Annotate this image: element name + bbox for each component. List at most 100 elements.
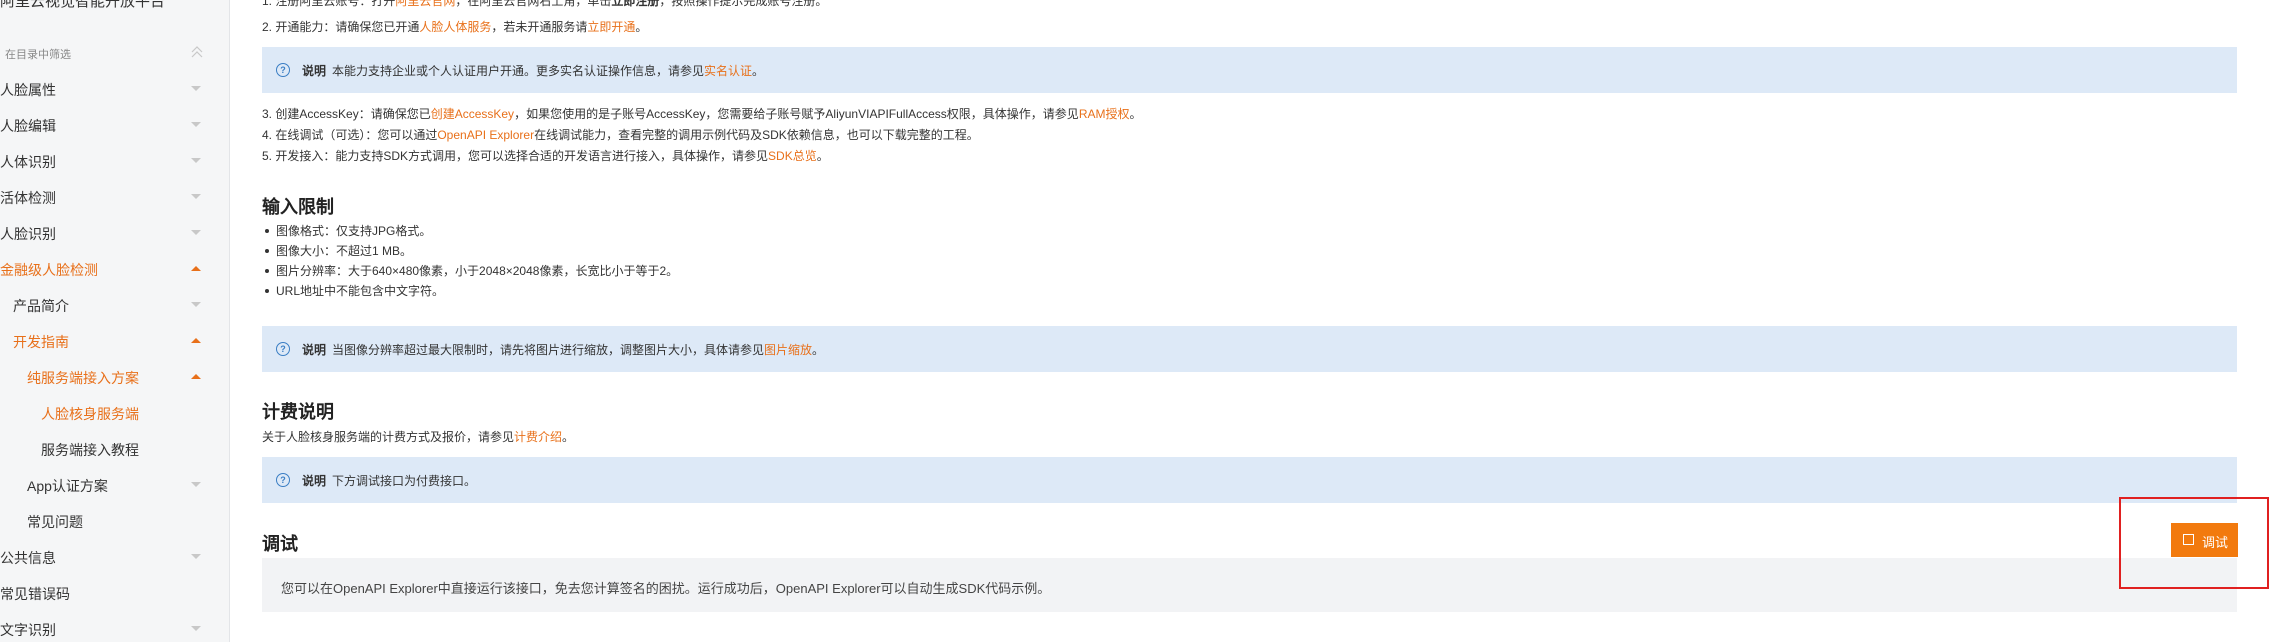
chevron-down-icon[interactable] [191, 194, 201, 199]
note-2-body: 当图像分辨率超过最大限制时，请先将图片进行缩放，调整图片大小，具体请参见 [332, 343, 765, 357]
step-2-suffix: 。 [635, 20, 648, 34]
filter-label: 在目录中筛选 [5, 49, 71, 61]
note-1-text: 说明 本能力支持企业或个人认证用户开通。更多实名认证操作信息，请参见实名认证。 [302, 62, 764, 79]
list-item: 图像大小：不超过1 MB。 [262, 241, 678, 261]
billing-body: 关于人脸核身服务端的计费方式及报价，请参见 [262, 430, 515, 444]
billing-intro-link[interactable]: 计费介绍 [514, 430, 562, 444]
aliyun-site-link[interactable]: 阿里云官网 [395, 0, 455, 8]
main-content: 1. 注册阿里云账号：打开阿里云官网，在阿里云官网右上角，单击立即注册，按照操作… [262, 0, 2237, 642]
chevron-up-icon[interactable] [191, 338, 201, 343]
note-label: 说明 [302, 474, 327, 488]
face-body-service-link[interactable]: 人脸人体服务 [419, 20, 491, 34]
sidebar-item[interactable]: 人脸识别 [0, 214, 215, 250]
chevron-down-icon[interactable] [191, 482, 201, 487]
chevron-down-icon[interactable] [191, 158, 201, 163]
chevron-down-icon[interactable] [191, 302, 201, 307]
list-item: 图像格式：仅支持JPG格式。 [262, 221, 678, 241]
real-name-auth-link[interactable]: 实名认证 [704, 64, 752, 78]
sidebar-item-label: 文字识别 [0, 622, 56, 638]
info-icon: ? [276, 63, 290, 77]
step-4: 4. 在线调试（可选）：您可以通过OpenAPI Explorer在线调试能力，… [262, 126, 979, 143]
sidebar-item-label: 人脸核身服务端 [41, 406, 139, 422]
sidebar-item-label: 纯服务端接入方案 [27, 370, 139, 386]
sidebar-item[interactable]: 纯服务端接入方案 [0, 358, 215, 394]
input-limit-heading: 输入限制 [262, 197, 334, 217]
debug-description: 您可以在OpenAPI Explorer中直接运行该接口，免去您计算签名的困扰。… [281, 581, 1051, 596]
note-box-3: ? 说明 下方调试接口为付费接口。 [262, 457, 2237, 503]
note-label: 说明 [302, 343, 327, 357]
sidebar-title: 阿里云视觉智能开放平台 [0, 0, 166, 10]
sidebar-item[interactable]: 产品简介 [0, 286, 215, 322]
sidebar-item[interactable]: 人脸编辑 [0, 106, 215, 142]
step-2-mid: ，若未开通服务请 [491, 20, 588, 34]
sidebar-item-label: 常见错误码 [0, 586, 70, 602]
step-3: 3. 创建AccessKey：请确保您已创建AccessKey，如果您使用的是子… [262, 105, 1142, 122]
chevron-down-icon[interactable] [191, 122, 201, 127]
chevron-down-icon[interactable] [191, 86, 201, 91]
list-item: URL地址中不能包含中文字符。 [262, 281, 678, 301]
step-3-mid: ，如果您使用的是子账号AccessKey，您需要给子账号赋予AliyunVIAP… [514, 107, 1079, 121]
sidebar-item-label: 人脸识别 [0, 226, 56, 242]
sidebar-item-label: 人脸编辑 [0, 118, 56, 134]
note-3-text: 说明 下方调试接口为付费接口。 [302, 472, 476, 489]
sidebar-item[interactable]: 活体检测 [0, 178, 215, 214]
sidebar-item[interactable]: 文字识别 [0, 610, 215, 642]
debug-description-box: 您可以在OpenAPI Explorer中直接运行该接口，免去您计算签名的困扰。… [262, 558, 2237, 612]
note-box-2: ? 说明 当图像分辨率超过最大限制时，请先将图片进行缩放，调整图片大小，具体请参见… [262, 326, 2237, 372]
sidebar-item-label: 开发指南 [13, 334, 69, 350]
step-2-text: 2. 开通能力：请确保您已开通 [262, 20, 420, 34]
note-2-suffix: 。 [812, 343, 825, 357]
input-limit-list: 图像格式：仅支持JPG格式。 图像大小：不超过1 MB。 图片分辨率：大于640… [262, 221, 678, 301]
step-1-mid: ，在阿里云官网右上角，单击 [455, 0, 612, 8]
chevron-down-icon[interactable] [191, 626, 201, 631]
step-1-text: 1. 注册阿里云账号：打开 [262, 0, 396, 8]
image-resize-link[interactable]: 图片缩放 [764, 343, 812, 357]
info-icon: ? [276, 342, 290, 356]
step-1: 1. 注册阿里云账号：打开阿里云官网，在阿里云官网右上角，单击立即注册，按照操作… [262, 0, 827, 9]
info-icon: ? [276, 473, 290, 487]
sidebar: 阿里云视觉智能开放平台 在目录中筛选 人脸属性人脸编辑人体识别活体检测人脸识别金… [0, 0, 230, 642]
sidebar-item-label: 活体检测 [0, 190, 56, 206]
sdk-overview-link[interactable]: SDK总览 [768, 149, 817, 163]
billing-heading: 计费说明 [262, 402, 334, 422]
step-5-suffix: 。 [816, 149, 829, 163]
ram-auth-link[interactable]: RAM授权 [1079, 107, 1130, 121]
sidebar-item[interactable]: 开发指南 [0, 322, 215, 358]
list-item: 图片分辨率：大于640×480像素，小于2048×2048像素，长宽比小于等于2… [262, 261, 678, 281]
sidebar-item-label: 人脸属性 [0, 82, 56, 98]
sidebar-item[interactable]: 服务端接入教程 [0, 430, 215, 466]
sidebar-item[interactable]: 常见错误码 [0, 574, 215, 610]
note-1-suffix: 。 [752, 64, 765, 78]
step-5-text: 5. 开发接入：能力支持SDK方式调用，您可以选择合适的开发语言进行接入，具体操… [262, 149, 769, 163]
billing-text: 关于人脸核身服务端的计费方式及报价，请参见计费介绍。 [262, 428, 574, 445]
debug-heading: 调试 [262, 534, 298, 554]
step-4-suffix: 在线调试能力，查看完整的调用示例代码及SDK依赖信息，也可以下载完整的工程。 [534, 128, 979, 142]
activate-now-link[interactable]: 立即开通 [587, 20, 635, 34]
step-1-bold: 立即注册 [611, 0, 660, 8]
chevron-down-icon[interactable] [191, 554, 201, 559]
double-chevron-up-icon[interactable] [191, 45, 203, 59]
create-accesskey-link[interactable]: 创建AccessKey [431, 107, 514, 121]
step-4-text: 4. 在线调试（可选）：您可以通过 [262, 128, 438, 142]
step-5: 5. 开发接入：能力支持SDK方式调用，您可以选择合适的开发语言进行接入，具体操… [262, 147, 829, 164]
sidebar-item[interactable]: 金融级人脸检测 [0, 250, 215, 286]
note-1-body: 本能力支持企业或个人认证用户开通。更多实名认证操作信息，请参见 [332, 64, 705, 78]
sidebar-item-label: 金融级人脸检测 [0, 262, 98, 278]
chevron-up-icon[interactable] [191, 266, 201, 271]
chevron-up-icon[interactable] [191, 374, 201, 379]
highlight-frame [2119, 497, 2269, 589]
sidebar-item-label: 产品简介 [13, 298, 69, 314]
directory-filter[interactable]: 在目录中筛选 [0, 43, 215, 63]
sidebar-item[interactable]: 公共信息 [0, 538, 215, 574]
sidebar-item-label: 公共信息 [0, 550, 56, 566]
note-box-1: ? 说明 本能力支持企业或个人认证用户开通。更多实名认证操作信息，请参见实名认证。 [262, 47, 2237, 93]
sidebar-item[interactable]: 人脸属性 [0, 70, 215, 106]
openapi-explorer-link[interactable]: OpenAPI Explorer [437, 128, 534, 142]
chevron-down-icon[interactable] [191, 230, 201, 235]
note-label: 说明 [302, 64, 327, 78]
sidebar-item[interactable]: 人体识别 [0, 142, 215, 178]
sidebar-item[interactable]: App认证方案 [0, 466, 215, 502]
sidebar-item[interactable]: 人脸核身服务端 [0, 394, 215, 430]
sidebar-item[interactable]: 常见问题 [0, 502, 215, 538]
sidebar-item-label: 常见问题 [27, 514, 83, 530]
